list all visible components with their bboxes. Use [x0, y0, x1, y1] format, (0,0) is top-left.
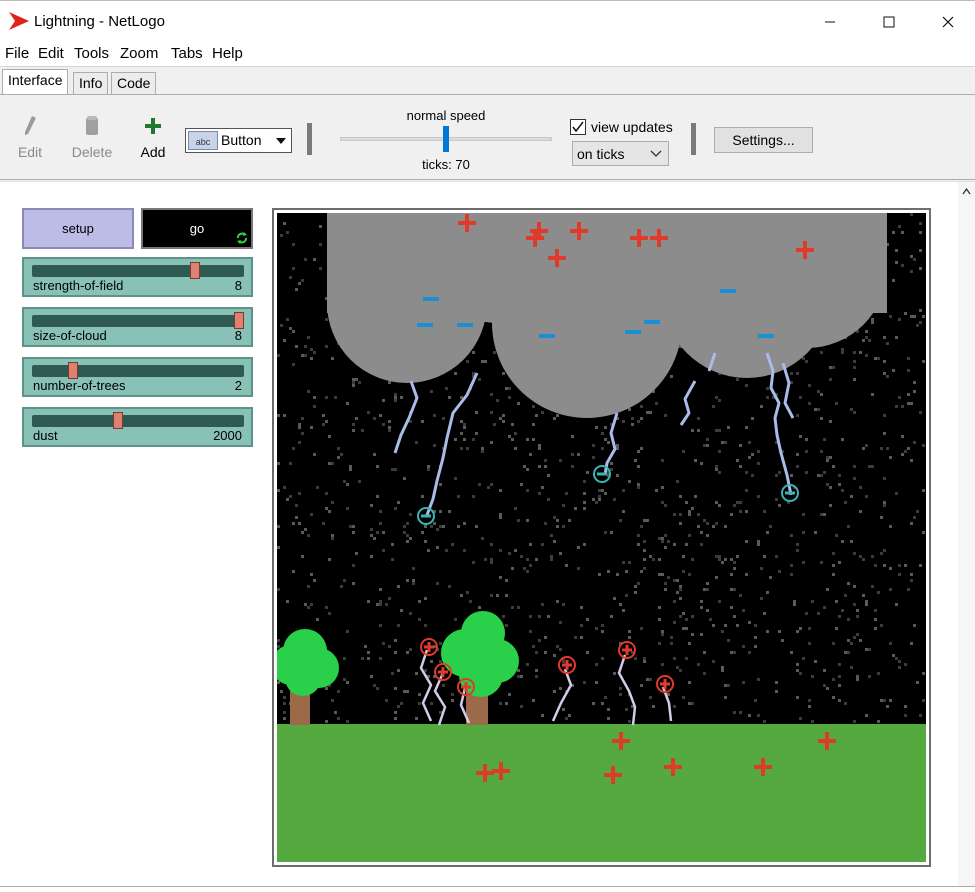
trash-icon	[86, 116, 98, 135]
slider-track[interactable]	[32, 265, 244, 277]
view-updates-checkbox[interactable]	[570, 119, 586, 135]
menu-edit[interactable]: Edit	[38, 45, 64, 62]
chevron-down-icon	[276, 138, 286, 144]
slider-track[interactable]	[32, 365, 244, 377]
maximize-icon	[883, 16, 895, 28]
world-view[interactable]	[271, 183, 931, 867]
edit-label: Edit	[17, 144, 43, 160]
interface-workspace: setup go strength-of-field 8 size-of-clo…	[0, 181, 975, 887]
title-bar: Lightning - NetLogo	[0, 0, 975, 44]
slider-name: dust	[33, 428, 58, 443]
menu-bar: File Edit Tools Zoom Tabs Help	[0, 44, 975, 66]
slider-strength-of-field[interactable]: strength-of-field 8	[22, 257, 253, 297]
slider-name: strength-of-field	[33, 278, 124, 293]
slider-handle[interactable]	[112, 412, 123, 429]
menu-help[interactable]: Help	[212, 45, 243, 62]
update-mode-value: on ticks	[577, 146, 625, 162]
negative-charge-icon	[644, 320, 660, 324]
tab-interface[interactable]: Interface	[2, 69, 69, 95]
setup-button[interactable]: setup	[22, 208, 134, 249]
slider-track[interactable]	[32, 415, 244, 427]
tab-info[interactable]: Info	[73, 72, 109, 95]
negative-charge-icon	[625, 330, 641, 334]
slider-value: 8	[234, 328, 242, 343]
ticks-counter: ticks: 70	[422, 157, 470, 172]
close-icon	[942, 16, 954, 28]
vertical-scrollbar[interactable]	[958, 182, 975, 887]
world-canvas[interactable]	[271, 183, 926, 862]
add-label: Add	[140, 144, 166, 160]
go-button[interactable]: go	[141, 208, 253, 249]
forever-loop-icon	[237, 232, 247, 244]
minimize-icon	[825, 21, 835, 23]
toolbar-separator	[307, 123, 312, 155]
pencil-icon	[25, 116, 36, 135]
tab-bar: Interface Info Code	[0, 66, 975, 95]
slider-value: 8	[234, 278, 242, 293]
settings-button[interactable]: Settings...	[714, 127, 813, 153]
checkmark-icon	[572, 121, 584, 133]
go-label: go	[189, 221, 205, 236]
negative-charge-icon	[423, 297, 439, 301]
update-mode-select[interactable]: on ticks	[572, 141, 669, 166]
slider-value: 2000	[213, 428, 242, 443]
slider-value: 2	[234, 378, 242, 393]
speed-slider-thumb[interactable]	[443, 126, 449, 152]
status-strip	[0, 886, 975, 892]
edit-button[interactable]: Edit	[14, 115, 46, 160]
toolbar-separator	[691, 123, 696, 155]
slider-handle[interactable]	[234, 312, 244, 329]
negative-charge-icon	[720, 289, 736, 293]
negative-charge-icon	[417, 323, 433, 327]
negative-charge-icon	[457, 323, 473, 327]
menu-tabs[interactable]: Tabs	[171, 45, 203, 62]
slider-track[interactable]	[32, 315, 244, 327]
menu-zoom[interactable]: Zoom	[120, 45, 158, 62]
button-widget-icon: abc	[188, 131, 218, 150]
negative-charge-icon	[539, 334, 555, 338]
delete-button[interactable]: Delete	[70, 115, 114, 160]
tab-code[interactable]: Code	[111, 72, 157, 95]
slider-size-of-cloud[interactable]: size-of-cloud 8	[22, 307, 253, 347]
interface-toolbar: Edit Delete Add abc Button normal speed …	[0, 94, 975, 180]
plus-icon	[145, 118, 161, 134]
delete-label: Delete	[71, 144, 113, 160]
menu-file[interactable]: File	[5, 45, 29, 62]
maximize-button[interactable]	[867, 7, 911, 37]
widget-type-value: Button	[221, 132, 262, 148]
slider-handle[interactable]	[68, 362, 79, 379]
view-updates-label: view updates	[591, 119, 673, 135]
negative-charge-icon	[758, 334, 774, 338]
slider-dust[interactable]: dust 2000	[22, 407, 253, 447]
netlogo-logo-icon	[9, 12, 29, 30]
widget-type-select[interactable]: abc Button	[185, 128, 292, 153]
menu-tools[interactable]: Tools	[74, 45, 109, 62]
slider-name: size-of-cloud	[33, 328, 107, 343]
close-button[interactable]	[926, 7, 970, 37]
minimize-button[interactable]	[808, 7, 852, 37]
slider-number-of-trees[interactable]: number-of-trees 2	[22, 357, 253, 397]
scroll-up-arrow-icon[interactable]	[962, 188, 971, 195]
speed-label: normal speed	[406, 108, 486, 123]
slider-handle[interactable]	[189, 262, 200, 279]
window-title: Lightning - NetLogo	[34, 13, 165, 30]
slider-name: number-of-trees	[33, 378, 126, 393]
chevron-down-icon	[650, 150, 662, 157]
add-button[interactable]: Add	[138, 115, 168, 160]
